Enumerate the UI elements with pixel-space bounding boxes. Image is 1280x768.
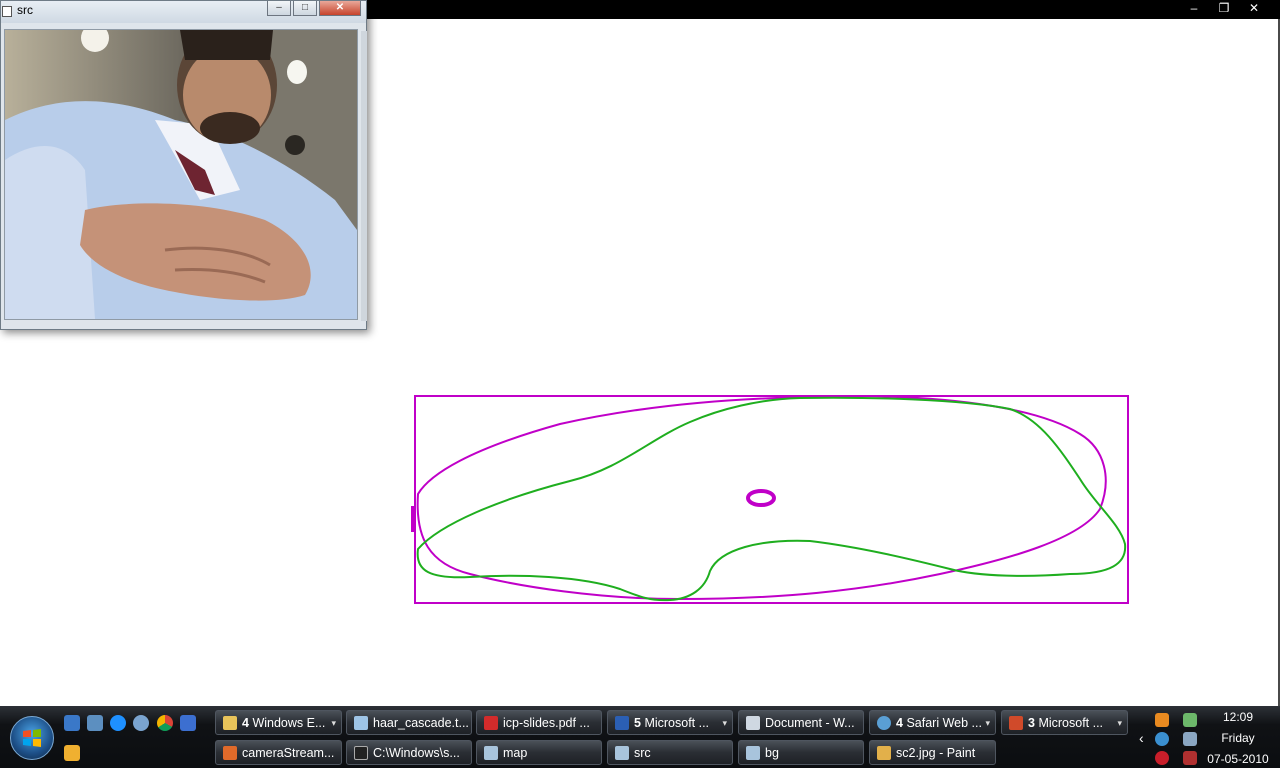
taskbar-button-microsoft-acrobat[interactable]: 3 Microsoft ... ▾ xyxy=(1001,710,1128,735)
app-icon xyxy=(2,6,12,17)
magenta-ellipse-contour xyxy=(416,394,1107,601)
src-window-title: src xyxy=(17,3,33,17)
clock-time: 12:09 xyxy=(1222,710,1254,724)
tray-network-globe-icon[interactable] xyxy=(1155,732,1169,746)
browser-icon[interactable] xyxy=(133,715,149,731)
taskbar: 4 Windows E... ▾ haar_cascade.t... icp-s… xyxy=(0,706,1280,768)
taskbar-button-src[interactable]: src xyxy=(607,740,733,765)
src-window[interactable]: src – □ ✕ xyxy=(0,0,367,330)
taskbar-button-camerastream[interactable]: cameraStream... xyxy=(215,740,342,765)
messenger-icon[interactable] xyxy=(64,745,80,761)
restore-button[interactable]: ❐ xyxy=(1210,1,1238,16)
tray-expand-button[interactable]: ‹ xyxy=(1139,730,1144,746)
taskbar-button-document[interactable]: Document - W... xyxy=(738,710,864,735)
tray-security-icon[interactable] xyxy=(1155,751,1169,765)
system-clock[interactable]: 12:09 Friday 07-05-2010 xyxy=(1196,706,1280,768)
paint-icon xyxy=(877,746,891,760)
switch-windows-icon[interactable] xyxy=(87,715,103,731)
taskbar-button-windows-explorer[interactable]: 4 Windows E... ▾ xyxy=(215,710,342,735)
taskbar-button-haar-cascade[interactable]: haar_cascade.t... xyxy=(346,710,472,735)
tray-java-icon[interactable] xyxy=(1155,713,1169,727)
pdf-icon xyxy=(484,716,498,730)
tray-device-icon[interactable] xyxy=(1183,713,1197,727)
src-window-controls: – □ ✕ xyxy=(267,1,361,16)
clock-day: Friday xyxy=(1221,731,1255,745)
tray-volume-muted-icon[interactable] xyxy=(1183,751,1197,765)
app-launcher-icon[interactable] xyxy=(180,715,196,731)
minimize-button[interactable]: – xyxy=(267,1,291,16)
word-icon xyxy=(615,716,629,730)
document-icon xyxy=(746,716,760,730)
safari-icon xyxy=(877,716,891,730)
taskbar-button-paint[interactable]: sc2.jpg - Paint xyxy=(869,740,996,765)
taskbar-button-map[interactable]: map xyxy=(476,740,602,765)
window-icon xyxy=(484,746,498,760)
src-window-titlebar[interactable]: src – □ ✕ xyxy=(1,1,366,23)
minimize-button[interactable]: – xyxy=(1180,1,1208,16)
chrome-icon[interactable] xyxy=(157,715,173,731)
taskbar-button-icp-slides[interactable]: icp-slides.pdf ... xyxy=(476,710,602,735)
taskbar-button-safari[interactable]: 4 Safari Web ... ▾ xyxy=(869,710,996,735)
start-button[interactable] xyxy=(10,716,54,760)
window-frame-edge xyxy=(361,31,367,321)
window-icon xyxy=(746,746,760,760)
taskbar-button-cmd[interactable]: C:\Windows\s... xyxy=(346,740,472,765)
centroid-marker xyxy=(746,489,776,507)
cmd-icon xyxy=(354,746,368,760)
taskbar-button-bg[interactable]: bg xyxy=(738,740,864,765)
clock-date: 07-05-2010 xyxy=(1207,752,1269,766)
window-controls: – ❐ ✕ xyxy=(1180,1,1268,16)
green-contour xyxy=(416,396,1127,602)
window-icon xyxy=(615,746,629,760)
show-desktop-icon[interactable] xyxy=(64,715,80,731)
close-button[interactable]: ✕ xyxy=(1240,1,1268,16)
acrobat-icon xyxy=(1009,716,1023,730)
internet-explorer-icon[interactable] xyxy=(110,715,126,731)
notepad-icon xyxy=(354,716,368,730)
close-button[interactable]: ✕ xyxy=(319,1,361,16)
left-edge-tick xyxy=(411,506,415,532)
tray-network-icon[interactable] xyxy=(1183,732,1197,746)
webcam-feed-image xyxy=(4,29,358,320)
taskbar-button-microsoft-word[interactable]: 5 Microsoft ... ▾ xyxy=(607,710,733,735)
maximize-button[interactable]: □ xyxy=(293,1,317,16)
windows-logo-icon xyxy=(23,729,41,747)
folder-icon xyxy=(223,716,237,730)
camera-stream-icon xyxy=(223,746,237,760)
